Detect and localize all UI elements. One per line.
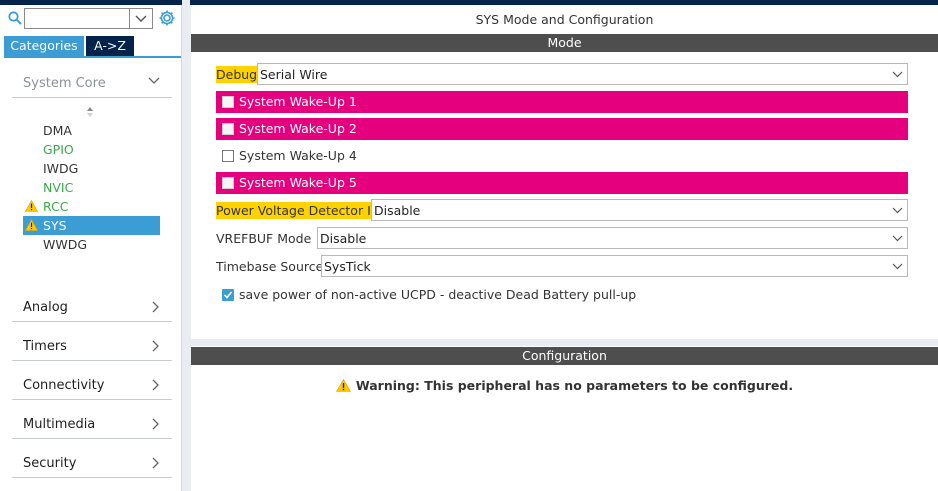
- chevron-right-icon: [152, 379, 159, 391]
- left-top-bar: [0, 0, 182, 5]
- search-icon[interactable]: [8, 11, 22, 25]
- peripheral-label: GPIO: [43, 142, 74, 157]
- mode-section-header: Mode: [191, 34, 938, 52]
- chevron-down-icon: [148, 77, 160, 84]
- page-title: SYS Mode and Configuration: [475, 12, 654, 27]
- sort-icon[interactable]: [86, 106, 94, 118]
- peripheral-label: DMA: [43, 123, 72, 138]
- sys-configuration-panel: SYS Mode and Configuration Mode Debug Se…: [190, 0, 938, 491]
- wakeup-5-label: System Wake-Up 5: [239, 175, 357, 190]
- timebase-row: Timebase Source SysTick: [216, 255, 908, 277]
- pvd-row: Power Voltage Detector In Disable: [216, 199, 908, 221]
- wakeup-5-row[interactable]: System Wake-Up 5: [216, 172, 908, 194]
- chevron-down-icon: [892, 207, 903, 214]
- chevron-right-icon: [152, 418, 159, 430]
- wakeup-1-label: System Wake-Up 1: [239, 94, 357, 109]
- category-label: Connectivity: [23, 378, 105, 393]
- wakeup-4-label: System Wake-Up 4: [239, 148, 357, 163]
- peripheral-sys[interactable]: SYS: [23, 216, 160, 235]
- vrefbuf-row: VREFBUF Mode Disable: [216, 227, 908, 249]
- wakeup-2-label: System Wake-Up 2: [239, 121, 357, 136]
- category-label: Analog: [23, 300, 68, 315]
- save-power-checkbox[interactable]: [222, 289, 234, 301]
- tab-categories[interactable]: Categories: [4, 36, 84, 56]
- configuration-section-header: Configuration: [191, 347, 938, 365]
- debug-value: Serial Wire: [260, 67, 328, 82]
- category-system-core[interactable]: System Core: [12, 68, 172, 98]
- warning-icon: [25, 219, 38, 231]
- timebase-value: SysTick: [324, 259, 371, 274]
- category-security[interactable]: Security: [12, 448, 172, 478]
- gear-icon[interactable]: [158, 9, 176, 27]
- wakeup-4-checkbox[interactable]: [222, 150, 234, 162]
- peripheral-dma[interactable]: DMA: [23, 121, 160, 140]
- wakeup-1-row[interactable]: System Wake-Up 1: [216, 91, 908, 113]
- category-label: Multimedia: [23, 417, 96, 432]
- categories-panel: Categories A->Z System Core DMA GPIO IWD…: [0, 0, 182, 491]
- peripheral-gpio[interactable]: GPIO: [23, 140, 160, 159]
- warning-icon: [335, 378, 351, 392]
- search-dropdown-button[interactable]: [130, 8, 153, 29]
- checkmark-icon: [223, 291, 233, 299]
- warning-icon: [25, 200, 38, 212]
- category-label: Timers: [23, 339, 67, 354]
- category-timers[interactable]: Timers: [12, 331, 172, 361]
- category-multimedia[interactable]: Multimedia: [12, 409, 172, 439]
- debug-row: Debug Serial Wire: [216, 63, 908, 85]
- vrefbuf-value: Disable: [320, 231, 367, 246]
- warning-message: Warning: This peripheral has no paramete…: [191, 378, 938, 393]
- wakeup-2-row[interactable]: System Wake-Up 2: [216, 118, 908, 140]
- peripheral-label: WWDG: [43, 237, 88, 252]
- chevron-down-icon: [892, 71, 903, 78]
- wakeup-5-checkbox[interactable]: [222, 177, 234, 189]
- configuration-panel: Configuration Warning: This peripheral h…: [191, 346, 938, 491]
- peripheral-label: RCC: [43, 199, 69, 214]
- tab-underline: [4, 56, 181, 58]
- chevron-right-icon: [152, 340, 159, 352]
- panel-splitter[interactable]: [182, 0, 190, 491]
- pvd-label: Power Voltage Detector In: [216, 202, 379, 219]
- chevron-down-icon: [892, 235, 903, 242]
- timebase-select[interactable]: SysTick: [321, 255, 908, 277]
- peripheral-iwdg[interactable]: IWDG: [23, 159, 160, 178]
- wakeup-2-checkbox[interactable]: [222, 123, 234, 135]
- vrefbuf-label: VREFBUF Mode: [216, 231, 312, 246]
- pvd-select[interactable]: Disable: [371, 199, 908, 221]
- peripheral-wwdg[interactable]: WWDG: [23, 235, 160, 254]
- warning-text: Warning: This peripheral has no paramete…: [355, 378, 794, 393]
- search-input[interactable]: [24, 8, 130, 29]
- chevron-right-icon: [152, 301, 159, 313]
- search-row: [6, 8, 178, 30]
- mode-panel: SYS Mode and Configuration Mode Debug Se…: [191, 5, 938, 339]
- tab-a-to-z[interactable]: A->Z: [86, 36, 134, 56]
- chevron-down-icon: [892, 263, 903, 270]
- peripheral-rcc[interactable]: RCC: [23, 197, 160, 216]
- debug-select[interactable]: Serial Wire: [257, 63, 908, 85]
- pvd-value: Disable: [374, 203, 421, 218]
- timebase-label: Timebase Source: [216, 259, 324, 274]
- debug-label: Debug: [216, 66, 258, 83]
- chevron-right-icon: [152, 457, 159, 469]
- peripheral-label: NVIC: [43, 180, 74, 195]
- save-power-label: save power of non-active UCPD - deactive…: [239, 287, 637, 302]
- category-label: System Core: [23, 76, 106, 91]
- wakeup-4-row[interactable]: System Wake-Up 4: [216, 145, 908, 167]
- category-connectivity[interactable]: Connectivity: [12, 370, 172, 400]
- category-label: Security: [23, 456, 77, 471]
- peripheral-label: IWDG: [43, 161, 79, 176]
- chevron-down-icon: [135, 15, 147, 22]
- wakeup-1-checkbox[interactable]: [222, 96, 234, 108]
- peripheral-nvic[interactable]: NVIC: [23, 178, 160, 197]
- category-analog[interactable]: Analog: [12, 292, 172, 322]
- peripheral-list: DMA GPIO IWDG NVIC RCC SYS WWDG: [23, 121, 160, 254]
- peripheral-label: SYS: [43, 218, 67, 233]
- vrefbuf-select[interactable]: Disable: [317, 227, 908, 249]
